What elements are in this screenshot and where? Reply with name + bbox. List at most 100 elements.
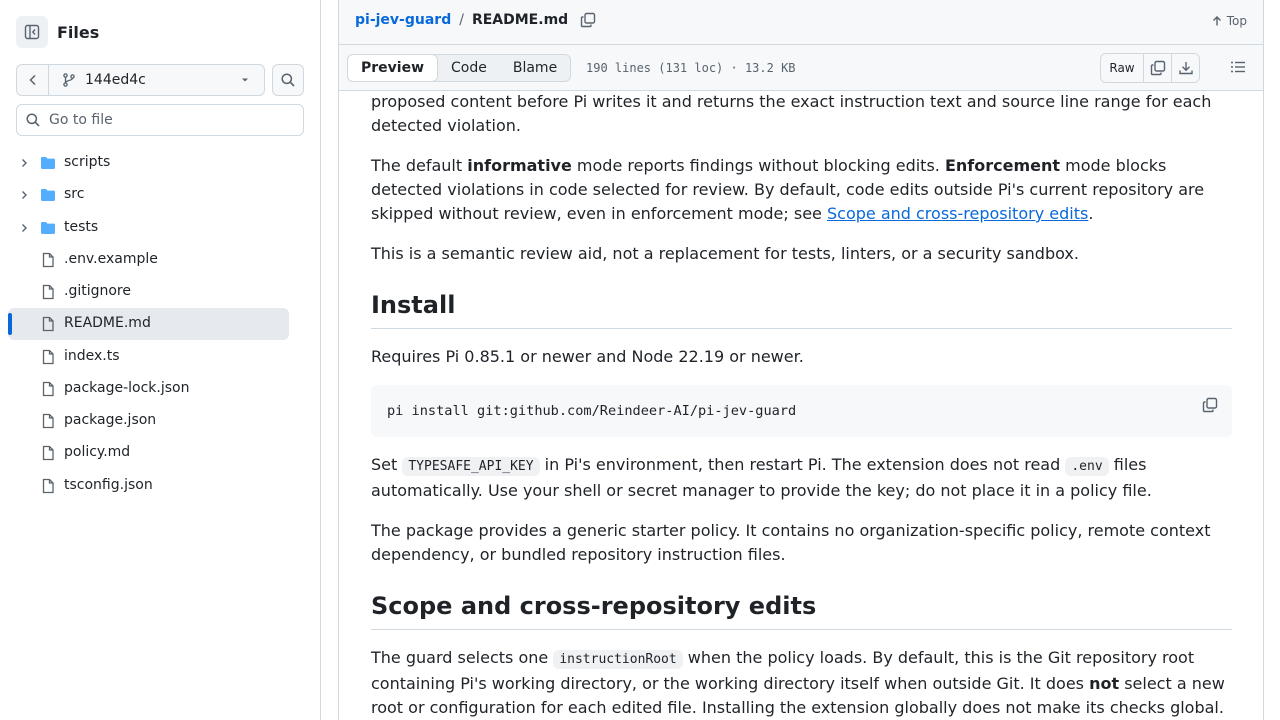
- tree-folder[interactable]: src: [8, 179, 289, 211]
- download-button[interactable]: [1171, 54, 1199, 82]
- readme-paragraph: The guard selects one instructionRoot wh…: [371, 646, 1232, 720]
- tree-item-label: package-lock.json: [64, 379, 190, 396]
- tree-file[interactable]: .gitignore: [8, 276, 289, 308]
- chevron-right-icon[interactable]: [18, 189, 30, 201]
- copy-icon: [1150, 60, 1165, 76]
- search-button[interactable]: [272, 64, 304, 96]
- tab-preview[interactable]: Preview: [347, 54, 439, 82]
- branch-label: 144ed4c: [85, 72, 146, 88]
- copy-icon: [1202, 397, 1218, 413]
- readme-paragraph: proposed content before Pi writes it and…: [371, 92, 1212, 135]
- folder-icon: [41, 189, 55, 202]
- tree-item-label: .gitignore: [64, 283, 131, 299]
- inline-code: .env: [1065, 457, 1109, 476]
- tree-file[interactable]: README.md: [8, 308, 289, 341]
- branch-row: 144ed4c: [16, 64, 304, 96]
- tree-file[interactable]: package-lock.json: [8, 373, 289, 405]
- tree-item-label: .env.example: [64, 250, 158, 267]
- tree-item-label: tests: [64, 218, 99, 235]
- file-icon: [42, 446, 54, 461]
- copy-path-button[interactable]: [580, 12, 596, 28]
- text: mode reports findings without blocking e…: [571, 156, 945, 175]
- tree-item-label: README.md: [64, 315, 151, 332]
- tree-file[interactable]: tsconfig.json: [8, 470, 289, 502]
- readme-paragraph: Set TYPESAFE_API_KEY in Pi's environment…: [371, 453, 1232, 503]
- tree-item-label: src: [64, 186, 85, 203]
- branch-group: 144ed4c: [16, 64, 265, 96]
- go-to-file-input[interactable]: [49, 112, 289, 128]
- text: in Pi's environment, then restart Pi. Th…: [539, 455, 1066, 474]
- tree-item-label: policy.md: [64, 444, 131, 461]
- go-to-file[interactable]: [16, 104, 304, 136]
- copy-raw-button[interactable]: [1143, 54, 1171, 82]
- chevron-right-icon[interactable]: [18, 222, 30, 234]
- file-tree: scripts src tests .env.example .gitignore REA…: [8, 147, 289, 502]
- heading-scope: Scope and cross-repository edits: [371, 591, 1232, 630]
- back-to-top-label: Top: [1226, 14, 1247, 28]
- file-icon: [42, 381, 54, 396]
- folder-icon: [41, 157, 55, 169]
- search-icon: [26, 113, 40, 127]
- breadcrumb-separator: /: [459, 12, 464, 28]
- readme-paragraph: The default informative mode reports fin…: [371, 154, 1232, 226]
- tab-code[interactable]: Code: [438, 55, 500, 81]
- readme-paragraph: The package provides a generic starter p…: [371, 521, 1211, 564]
- text: The guard selects one: [371, 648, 554, 667]
- text: Set: [371, 455, 403, 474]
- file-view: pi-jev-guard / README.md Top Preview Cod…: [338, 0, 1264, 720]
- chevron-left-icon: [28, 74, 36, 86]
- git-branch-icon: [63, 73, 75, 87]
- download-icon: [1178, 62, 1193, 75]
- outline-button[interactable]: [1229, 58, 1247, 80]
- tree-folder[interactable]: scripts: [8, 147, 289, 179]
- tree-item-label: scripts: [64, 154, 111, 170]
- view-switcher: Preview Code Blame: [347, 54, 572, 82]
- bold-text: informative: [467, 156, 572, 175]
- breadcrumb-file: README.md: [471, 12, 569, 28]
- branch-selector[interactable]: 144ed4c: [49, 65, 264, 95]
- readme-paragraph: Requires Pi 0.85.1 or newer and Node 22.…: [371, 347, 804, 366]
- tree-folder[interactable]: tests: [8, 212, 289, 244]
- file-header: pi-jev-guard / README.md Top: [339, 0, 1263, 45]
- sidebar-title: Files: [57, 22, 100, 42]
- tree-item-label: tsconfig.json: [64, 476, 153, 493]
- file-toolbar: Preview Code Blame 190 lines (131 loc) ·…: [339, 45, 1263, 91]
- tree-item-label: package.json: [64, 412, 157, 428]
- file-icon: [42, 317, 54, 332]
- file-stats: 190 lines (131 loc) · 13.2 KB: [586, 61, 796, 75]
- copy-code-button[interactable]: [1202, 397, 1218, 421]
- tree-file[interactable]: .env.example: [8, 244, 289, 276]
- bold-text: Enforcement: [944, 156, 1061, 175]
- breadcrumb-repo-link[interactable]: pi-jev-guard: [355, 12, 451, 28]
- scope-link[interactable]: Scope and cross-repository edits: [827, 204, 1088, 223]
- caret-down-icon: [242, 78, 248, 82]
- bold-text: not: [1089, 674, 1120, 693]
- tree-item-label: index.ts: [64, 347, 120, 364]
- back-to-top-link[interactable]: Top: [1211, 14, 1247, 28]
- sidebar-collapse-icon: [24, 24, 40, 40]
- collapse-sidebar-button[interactable]: [16, 16, 48, 48]
- search-icon: [281, 73, 295, 87]
- code-block: pi install git:github.com/Reindeer-AI/pi…: [371, 385, 1232, 437]
- readme-content: proposed content before Pi writes it and…: [371, 90, 1232, 720]
- text: .: [1088, 204, 1094, 223]
- file-icon: [42, 413, 54, 429]
- code-text: pi install git:github.com/Reindeer-AI/pi…: [387, 403, 797, 419]
- tree-file[interactable]: policy.md: [8, 437, 289, 469]
- breadcrumb: pi-jev-guard / README.md: [355, 12, 596, 28]
- file-icon: [42, 252, 54, 267]
- file-icon: [42, 284, 54, 300]
- chevron-right-icon[interactable]: [18, 157, 30, 169]
- tab-blame[interactable]: Blame: [500, 55, 570, 81]
- sidebar-header: Files: [16, 16, 99, 48]
- file-sidebar: Files 144ed4c scripts src tests .env.exampl…: [0, 0, 321, 720]
- raw-button[interactable]: Raw: [1101, 54, 1143, 82]
- tree-file[interactable]: package.json: [8, 405, 289, 437]
- tree-file[interactable]: index.ts: [8, 341, 289, 373]
- back-button[interactable]: [17, 65, 49, 95]
- inline-code: TYPESAFE_API_KEY: [402, 457, 540, 476]
- list-unordered-icon: [1231, 61, 1245, 73]
- arrow-up-icon: [1212, 16, 1221, 26]
- readme-paragraph: This is a semantic review aid, not a rep…: [371, 244, 1079, 263]
- file-icon: [42, 349, 54, 364]
